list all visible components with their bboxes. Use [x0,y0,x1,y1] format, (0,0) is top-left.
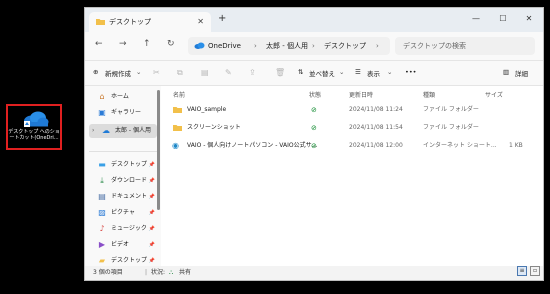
tab-desktop[interactable]: デスクトップ ✕ [89,12,211,32]
new-tab-button[interactable]: + [218,13,226,24]
tab-title: デスクトップ [109,18,151,26]
details-button[interactable]: 詳細 [515,68,528,78]
gallery-icon: ▣ [98,108,106,117]
sidebar-item-gallery[interactable]: ▣ ギャラリー [95,106,157,120]
sidebar-item-onedrive[interactable]: › ☁ 太郎 - 個人用 [89,124,157,138]
maximize-button[interactable]: ☐ [497,14,509,23]
chevron-right-icon: › [254,42,257,50]
close-button[interactable]: ✕ [523,14,535,23]
chevron-down-icon: ⌄ [387,68,393,76]
breadcrumb-user[interactable]: 太郎 - 個人用 [266,37,308,55]
documents-icon: ▤ [98,192,106,201]
chevron-down-icon: ⌄ [339,68,345,76]
pin-icon: 📌 [148,226,155,232]
share-icon[interactable]: ⇪ [249,68,256,77]
sync-ok-icon: ⊘ [311,124,317,132]
navigation-pane: ⌂ ホーム ▣ ギャラリー › ☁ 太郎 - 個人用 ▬ デスクトップ 📌 ⤓ ダウンロード 📌… [85,86,161,266]
details-pane-icon: ▥ [503,68,510,76]
chevron-right-icon: › [92,127,95,134]
command-bar: ⊕ 新規作成 ⌄ ✂ ⧉ ▤ ✎ ⇪ 🗑 ⇅ 並べ替え ⌄ ☰ 表示 ⌄ •••… [85,60,543,86]
up-icon[interactable]: ↑ [143,39,151,49]
sidebar-item-pictures[interactable]: ▨ ピクチャ 📌 [95,206,157,220]
view-button[interactable]: 表示 [367,68,380,78]
onedrive-icon: ☁ [102,126,110,135]
sidebar-item-videos[interactable]: ▶ ビデオ 📌 [95,238,157,252]
new-button[interactable]: 新規作成 [105,68,131,78]
file-explorer-window: デスクトップ ✕ + — ☐ ✕ ← → ↑ ↻ OneDrive › 太郎 -… [84,7,544,281]
shared-icon: ⛬ [169,269,174,276]
onedrive-icon [194,42,205,49]
sidebar-item-music[interactable]: ♪ ミュージック 📌 [95,222,157,236]
chevron-right-icon: › [312,42,315,50]
table-row[interactable]: ◉ VAIO - 個人向けノートパソコン - VAIO公式サ... ⊘ 2024… [165,138,539,154]
breadcrumb-onedrive[interactable]: OneDrive [208,37,241,55]
details-view-icon[interactable]: ≡ [517,266,527,276]
chevron-down-icon: ⌄ [136,68,142,76]
sort-icon: ⇅ [298,68,304,76]
column-header-status[interactable]: 状態 [309,90,321,99]
chevron-right-icon: › [376,42,379,50]
folder-icon [173,107,182,113]
music-icon: ♪ [99,224,105,233]
sort-button[interactable]: 並べ替え [309,68,335,78]
more-button[interactable]: ••• [405,68,417,76]
pictures-icon: ▨ [98,208,106,217]
file-list: 名前 状態 更新日時 種類 サイズ VAIO_sample ⊘ 2024/11/… [161,86,543,266]
sidebar-item-downloads[interactable]: ⤓ ダウンロード 📌 [95,174,157,188]
folder-icon [173,125,182,131]
sidebar-item-documents[interactable]: ▤ ドキュメント 📌 [95,190,157,204]
tab-close-icon[interactable]: ✕ [197,12,204,32]
minimize-button[interactable]: — [470,14,482,23]
sync-ok-icon: ⊘ [311,106,317,114]
video-icon: ▶ [98,240,106,249]
table-row[interactable]: スクリーンショット ⊘ 2024/11/08 11:54 ファイル フォルダー [165,120,539,136]
pin-icon: 📌 [148,242,155,248]
breadcrumb-desktop[interactable]: デスクトップ [324,37,366,55]
item-count: 3 個の項目 [93,269,123,276]
download-icon: ⤓ [100,176,104,185]
sync-ok-icon: ⊘ [311,142,317,150]
forward-icon[interactable]: → [119,39,127,49]
column-header-type[interactable]: 種類 [423,90,435,99]
state-label: 状況: [151,269,166,276]
rename-icon[interactable]: ✎ [225,68,232,77]
column-header-name[interactable]: 名前 [173,90,185,99]
sidebar-scrollbar[interactable] [157,90,160,210]
desktop-folder-icon: ▰ [98,256,106,265]
internet-shortcut-icon: ◉ [172,141,179,150]
new-plus-icon: ⊕ [93,68,99,76]
pin-icon: 📌 [148,194,155,200]
delete-icon[interactable]: 🗑 [275,68,285,77]
home-icon: ⌂ [99,92,105,101]
copy-icon[interactable]: ⧉ [177,68,183,78]
desktop-shortcut-label: デスクトップ へのショートカット(OneDri... [8,129,60,141]
status-bar: 3 個の項目 | 状況: ⛬ 共有 ≡ ▫ [85,266,543,280]
refresh-icon[interactable]: ↻ [167,39,175,49]
status-divider: | [145,269,148,276]
pin-icon: 📌 [148,178,155,184]
view-icon: ☰ [355,68,361,76]
desktop-icon: ▬ [98,160,106,169]
title-bar: デスクトップ ✕ + — ☐ ✕ [85,8,543,32]
desktop-shortcut-icon[interactable]: デスクトップ へのショートカット(OneDri... [6,104,62,150]
table-row[interactable]: VAIO_sample ⊘ 2024/11/08 11:24 ファイル フォルダ… [165,102,539,118]
sidebar-item-desktop[interactable]: ▬ デスクトップ 📌 [95,158,157,172]
paste-icon[interactable]: ▤ [201,68,209,77]
pin-icon: 📌 [148,210,155,216]
column-header-date[interactable]: 更新日時 [349,90,373,99]
column-header-size[interactable]: サイズ [485,90,503,99]
sidebar-separator [89,151,157,152]
folder-icon [96,19,105,25]
onedrive-cloud-icon [24,111,49,127]
pin-icon: 📌 [148,162,155,168]
address-bar[interactable]: OneDrive › 太郎 - 個人用 › デスクトップ › [188,37,390,55]
search-input[interactable]: デスクトップの検索 [395,37,535,55]
cut-icon[interactable]: ✂ [153,68,160,77]
back-icon[interactable]: ← [95,39,103,49]
shared-label: 共有 [179,269,192,276]
sidebar-item-home[interactable]: ⌂ ホーム [95,90,157,104]
address-bar-row: ← → ↑ ↻ OneDrive › 太郎 - 個人用 › デスクトップ › デ… [85,32,543,60]
tiles-view-icon[interactable]: ▫ [530,266,540,276]
